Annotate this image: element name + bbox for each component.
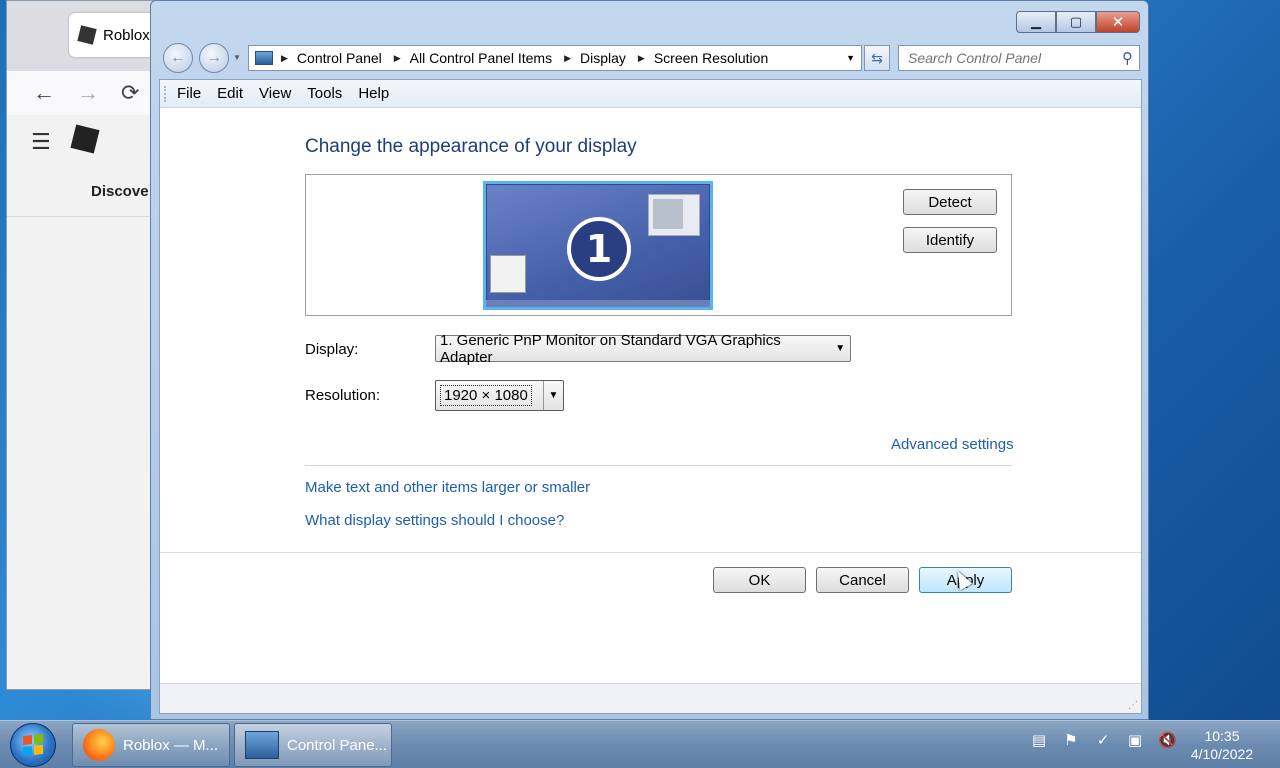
cancel-button[interactable]: Cancel — [816, 567, 909, 593]
forward-button[interactable]: → — [199, 43, 229, 73]
breadcrumb-display[interactable]: Display — [580, 50, 626, 66]
display-help-link[interactable]: What display settings should I choose? — [305, 512, 564, 529]
back-arrow-icon[interactable]: ← — [33, 80, 55, 106]
footer-divider — [160, 552, 1141, 553]
browser-page: ☰ Discove — [7, 115, 155, 689]
resolution-select[interactable]: 1920 × 1080 ▼ — [435, 380, 564, 411]
roblox-header: ☰ Discove — [7, 115, 155, 217]
forward-arrow-icon[interactable]: → — [77, 80, 99, 106]
windows-logo-icon — [23, 733, 43, 757]
control-panel-icon — [245, 731, 279, 759]
hamburger-menu-icon[interactable]: ☰ — [31, 129, 51, 155]
breadcrumb-control-panel[interactable]: Control Panel — [297, 50, 382, 66]
menu-edit[interactable]: Edit — [217, 85, 243, 102]
search-box[interactable]: ⚲ — [898, 45, 1140, 71]
advanced-settings-link[interactable]: Advanced settings — [891, 436, 1014, 453]
breadcrumb-all-items[interactable]: All Control Panel Items — [410, 50, 552, 66]
window-content: File Edit View Tools Help Change the app… — [159, 79, 1142, 714]
roblox-logo-icon[interactable] — [70, 124, 100, 154]
back-arrow-icon: ← — [170, 49, 186, 66]
display-select-value: 1. Generic PnP Monitor on Standard VGA G… — [440, 331, 781, 366]
monitor-preview[interactable]: 1 — [483, 181, 713, 310]
nav-discover[interactable]: Discove — [91, 183, 149, 200]
menu-view[interactable]: View — [259, 85, 291, 102]
mini-window-icon — [648, 194, 700, 236]
close-button[interactable]: ✕ — [1096, 11, 1140, 33]
reload-icon[interactable]: ⟳ — [121, 80, 139, 106]
section-divider — [305, 465, 1012, 466]
chevron-right-icon[interactable]: ▶ — [638, 53, 645, 64]
document-icon[interactable]: ▤ — [1030, 731, 1048, 749]
network-icon[interactable]: ✓ — [1094, 731, 1112, 749]
identify-button[interactable]: Identify — [903, 227, 997, 253]
chevron-right-icon[interactable]: ▶ — [394, 53, 401, 64]
volume-muted-icon[interactable]: 🔇 — [1158, 731, 1177, 749]
menu-tools[interactable]: Tools — [307, 85, 342, 102]
mini-taskbar — [486, 300, 710, 307]
minimize-button[interactable]: ▁ — [1016, 11, 1056, 33]
clock-time: 10:35 — [1204, 728, 1240, 744]
maximize-button[interactable]: ▢ — [1056, 11, 1096, 33]
ok-button[interactable]: OK — [713, 567, 806, 593]
taskbar-control-panel-label: Control Pane... — [287, 736, 388, 754]
chevron-right-icon[interactable]: ▶ — [281, 53, 288, 64]
chevron-right-icon[interactable]: ▶ — [564, 53, 571, 64]
control-panel-icon — [255, 51, 273, 65]
taskbar: Roblox — M... Control Pane... ▤ ⚑ ✓ ▣ 🔇 … — [0, 720, 1280, 768]
search-icon[interactable]: ⚲ — [1122, 49, 1133, 67]
browser-tab-title: Roblox — [103, 26, 150, 44]
display-tray-icon[interactable]: ▣ — [1126, 731, 1144, 749]
back-button[interactable]: ← — [163, 43, 193, 73]
taskbar-control-panel[interactable]: Control Pane... — [234, 723, 392, 767]
refresh-button[interactable]: ⇆ — [864, 45, 890, 71]
status-bar: ⋰ — [160, 683, 1141, 713]
address-bar[interactable]: ▶ Control Panel ▶ All Control Panel Item… — [248, 45, 862, 71]
menu-file[interactable]: File — [177, 85, 201, 102]
browser-window-background: Roblox ← → ⟳ ☰ Discove — [6, 0, 164, 690]
start-button[interactable] — [10, 723, 56, 767]
address-dropdown-icon[interactable]: ▼ — [846, 53, 855, 63]
breadcrumb: ▶ Control Panel ▶ All Control Panel Item… — [281, 50, 780, 66]
forward-arrow-icon: → — [206, 49, 222, 66]
monitor-number-badge: 1 — [567, 217, 631, 281]
menu-help[interactable]: Help — [358, 85, 389, 102]
taskbar-firefox[interactable]: Roblox — M... — [72, 723, 230, 767]
resolution-label: Resolution: — [305, 387, 381, 404]
clock-date: 4/10/2022 — [1190, 746, 1254, 762]
menu-bar: File Edit View Tools Help — [160, 80, 1141, 108]
display-label: Display: — [305, 341, 359, 358]
display-select[interactable]: 1. Generic PnP Monitor on Standard VGA G… — [435, 332, 851, 366]
browser-navbar: ← → ⟳ — [7, 71, 155, 115]
mini-document-icon — [490, 255, 526, 293]
refresh-icon: ⇆ — [871, 49, 883, 66]
detect-button[interactable]: Detect — [903, 189, 997, 215]
caption-buttons: ▁ ▢ ✕ — [1016, 11, 1140, 33]
text-size-link[interactable]: Make text and other items larger or smal… — [305, 479, 590, 496]
browser-tabbar: Roblox — [7, 1, 164, 71]
action-center-flag-icon[interactable]: ⚑ — [1062, 731, 1080, 749]
taskbar-firefox-label: Roblox — M... — [123, 736, 219, 754]
recent-pages-dropdown[interactable]: ▼ — [233, 53, 241, 62]
breadcrumb-screen-resolution[interactable]: Screen Resolution — [654, 50, 768, 66]
firefox-icon — [83, 729, 115, 761]
resolution-select-value: 1920 × 1080 — [440, 385, 532, 406]
system-tray: ▤ ⚑ ✓ ▣ 🔇 — [1030, 731, 1177, 749]
menu-grip — [164, 86, 167, 102]
chevron-down-icon: ▼ — [835, 343, 846, 354]
page-title: Change the appearance of your display — [305, 136, 637, 157]
clock[interactable]: 10:35 4/10/2022 — [1186, 727, 1258, 763]
search-input[interactable] — [908, 50, 1108, 66]
roblox-icon — [77, 25, 97, 45]
screen-resolution-window: ▁ ▢ ✕ ← → ▼ ▶ Control Panel ▶ All Contro… — [150, 0, 1149, 720]
chevron-down-icon: ▼ — [543, 381, 563, 410]
resize-grip-icon[interactable]: ⋰ — [1128, 700, 1138, 711]
display-preview-panel: 1 Detect Identify — [305, 174, 1012, 316]
